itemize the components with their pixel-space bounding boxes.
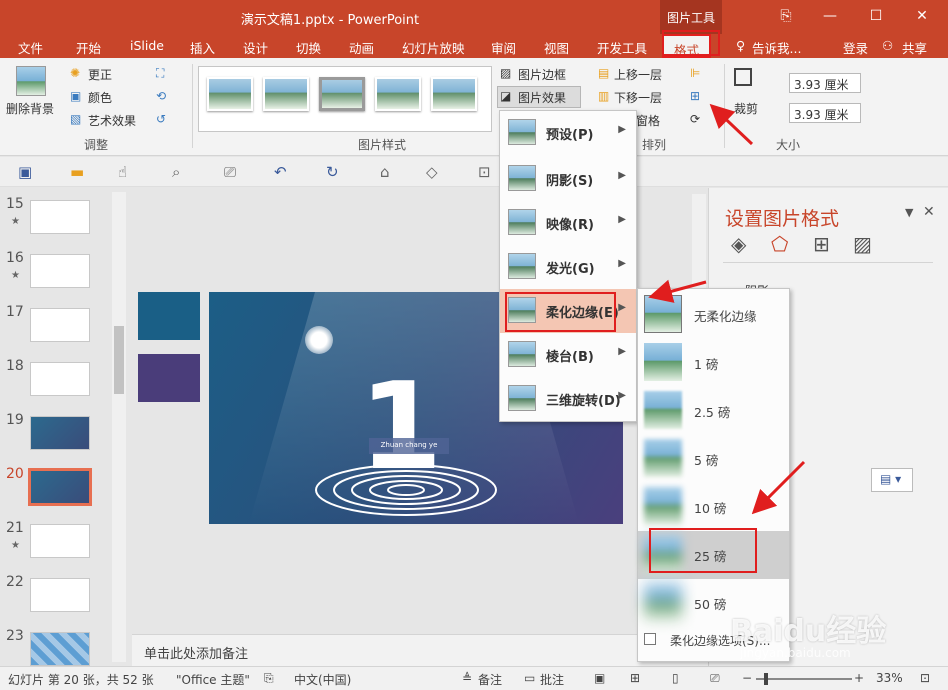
watermark-brand: Baidu经验 (730, 614, 887, 649)
watermark-url: jingyan.baidu.com (740, 646, 851, 660)
annotation-arrows (648, 103, 806, 515)
